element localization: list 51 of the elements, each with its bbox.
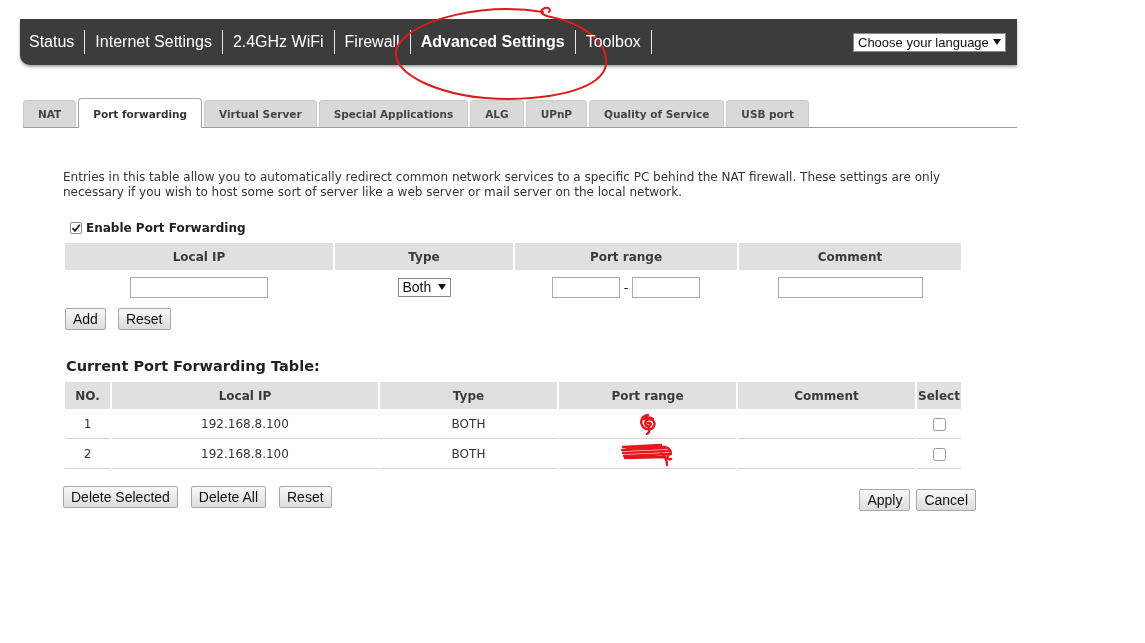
table-cell: BOTH bbox=[380, 440, 557, 469]
checkbox-label: Enable Port Forwarding bbox=[86, 221, 246, 235]
nav-link[interactable]: Internet Settings bbox=[85, 30, 222, 54]
tab[interactable]: USB port bbox=[726, 100, 810, 127]
row-checkbox[interactable] bbox=[932, 447, 946, 461]
nav-link[interactable]: 2.4GHz WiFi bbox=[222, 30, 334, 54]
caret-icon bbox=[437, 284, 446, 290]
table-cell: 1 bbox=[65, 410, 110, 439]
row-checkbox[interactable] bbox=[932, 417, 946, 431]
column-header: Port range bbox=[559, 382, 736, 409]
nav-link[interactable]: Advanced Settings bbox=[410, 30, 575, 54]
column-header: Type bbox=[335, 243, 513, 270]
form-button[interactable]: Add bbox=[65, 308, 106, 330]
input-field[interactable] bbox=[632, 276, 701, 298]
caret-icon bbox=[993, 39, 1001, 45]
tab[interactable]: Quality of Service bbox=[589, 100, 725, 127]
table-cell: 2 bbox=[65, 440, 110, 469]
input-field[interactable] bbox=[777, 276, 923, 298]
table-cell: BOTH bbox=[380, 410, 557, 439]
column-header: Local IP bbox=[112, 382, 378, 409]
input-field[interactable] bbox=[130, 276, 268, 298]
column-header: Local IP bbox=[65, 243, 333, 270]
form-button[interactable]: Reset bbox=[117, 308, 171, 330]
table-button[interactable]: Delete Selected bbox=[63, 486, 178, 508]
column-header: NO. bbox=[65, 382, 110, 409]
table-button[interactable]: Reset bbox=[279, 486, 332, 508]
range-separator: - bbox=[623, 279, 629, 295]
tab[interactable]: Port forwarding bbox=[78, 98, 203, 128]
nav-link[interactable]: Firewall bbox=[334, 30, 410, 54]
description-text: Entries in this table allow you to automatically redirect common network services to a specific PC behind the NAT firewall. These settings are only necessary if you wish to host some sort of server like a web server or mail server on the local network. bbox=[63, 170, 942, 200]
column-header: Select bbox=[917, 382, 961, 409]
tab[interactable]: Special Applications bbox=[318, 100, 469, 127]
checkbox[interactable] bbox=[70, 222, 82, 234]
column-header: Comment bbox=[738, 382, 915, 409]
type-select[interactable]: Both bbox=[397, 277, 451, 297]
table-button[interactable]: Delete All bbox=[190, 486, 266, 508]
tab[interactable]: ALG bbox=[470, 100, 524, 127]
table-title: Current Port Forwarding Table: bbox=[66, 358, 320, 374]
table-cell: 192.168.8.100 bbox=[112, 440, 378, 469]
tab[interactable]: NAT bbox=[23, 100, 77, 127]
nav-link[interactable]: Status bbox=[20, 30, 85, 54]
form-button[interactable]: Cancel bbox=[916, 489, 976, 511]
table-cell: 192.168.8.100 bbox=[112, 410, 378, 439]
column-header: Type bbox=[380, 382, 557, 409]
language-select[interactable]: Choose your language bbox=[853, 32, 1006, 52]
column-header: Comment bbox=[739, 243, 961, 270]
tab[interactable]: Virtual Server bbox=[204, 100, 317, 127]
column-header: Port range bbox=[515, 243, 737, 270]
tab[interactable]: UPnP bbox=[525, 100, 588, 127]
input-field[interactable] bbox=[551, 276, 620, 298]
form-button[interactable]: Apply bbox=[859, 489, 911, 511]
